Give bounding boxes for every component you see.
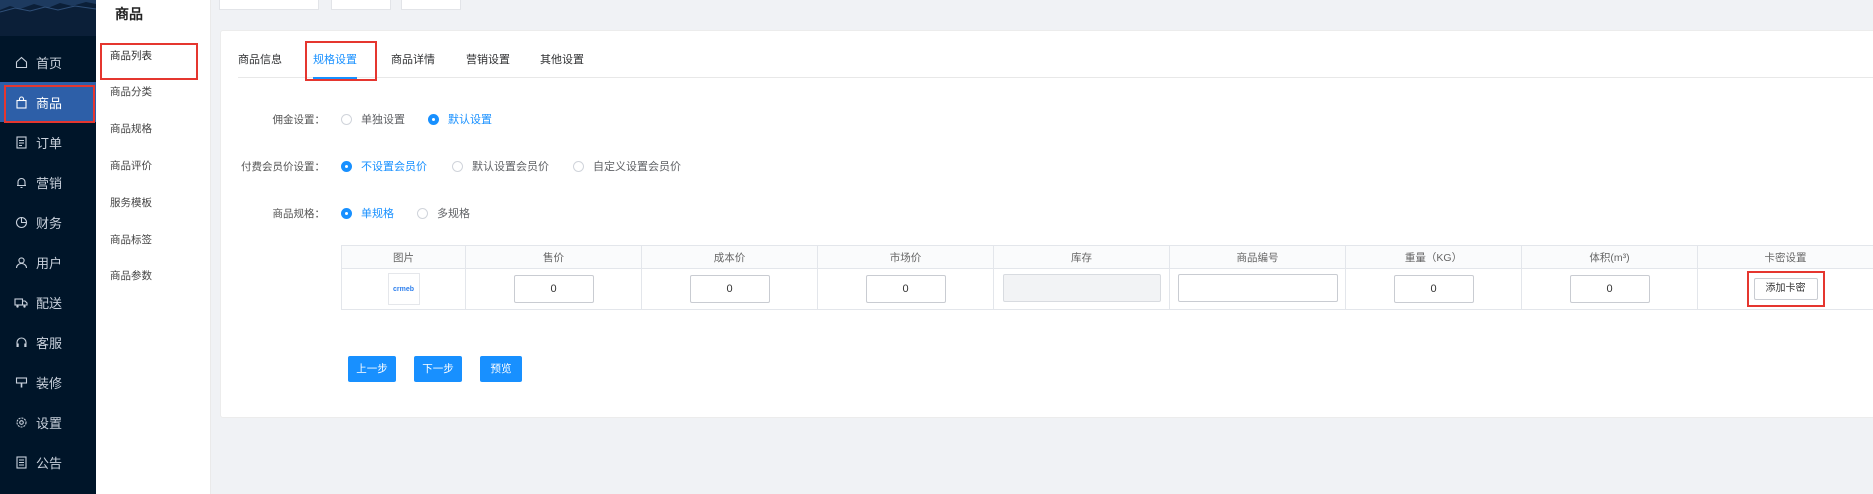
submenu-item-spec[interactable]: 商品规格	[96, 115, 211, 143]
page-tag[interactable]	[331, 0, 391, 10]
radio-commission-single[interactable]: 单独设置	[341, 111, 405, 127]
nav-label: 装修	[36, 375, 63, 391]
product-code-input[interactable]	[1177, 273, 1338, 302]
th-cost: 成本价	[641, 245, 818, 269]
nav-item-home[interactable]: 首页	[0, 42, 96, 82]
cell-price: 0	[465, 268, 642, 310]
th-market: 市场价	[817, 245, 994, 269]
tab-bar: 商品信息 规格设置 商品详情 营销设置 其他设置	[238, 44, 1873, 79]
preview-button[interactable]: 预览	[480, 356, 522, 382]
next-step-button[interactable]: 下一步	[414, 356, 462, 382]
cell-code	[1169, 268, 1346, 310]
th-stock: 库存	[993, 245, 1170, 269]
nav-label: 设置	[36, 415, 63, 431]
submenu-item-category[interactable]: 商品分类	[96, 78, 211, 106]
nav-label: 公告	[36, 455, 63, 471]
gear-icon	[14, 415, 28, 429]
cell-market: 0	[817, 268, 994, 310]
nav-label: 营销	[36, 175, 63, 191]
member-price-label: 付费会员价设置：	[241, 161, 325, 173]
volume-input[interactable]: 0	[1569, 275, 1650, 303]
tab-other[interactable]: 其他设置	[540, 44, 584, 78]
submenu-item-tag[interactable]: 商品标签	[96, 226, 211, 254]
nav-item-user[interactable]: 用户	[0, 242, 96, 282]
page-tag[interactable]	[219, 0, 319, 10]
cell-stock	[993, 268, 1170, 310]
nav-item-order[interactable]: 订单	[0, 122, 96, 162]
th-volume: 体积(m³)	[1521, 245, 1698, 269]
user-icon	[14, 255, 28, 269]
th-card: 卡密设置	[1697, 245, 1873, 269]
main-card: 商品信息 规格设置 商品详情 营销设置 其他设置 佣金设置： 单独设置 默认设置…	[220, 30, 1873, 418]
weight-input[interactable]: 0	[1393, 275, 1474, 303]
product-thumbnail[interactable]: crmeb	[387, 273, 420, 305]
document-icon	[14, 135, 28, 149]
th-code: 商品编号	[1169, 245, 1346, 269]
price-input[interactable]: 0	[513, 275, 594, 303]
nav-item-settings[interactable]: 设置	[0, 402, 96, 442]
bell-icon	[14, 175, 28, 189]
tags-bar	[211, 0, 1873, 18]
th-price: 售价	[465, 245, 642, 269]
spec-label: 商品规格：	[272, 208, 326, 220]
notice-icon	[14, 455, 28, 469]
th-weight: 重量（KG）	[1345, 245, 1522, 269]
nav-item-decorate[interactable]: 装修	[0, 362, 96, 402]
nav-label: 商品	[36, 95, 63, 111]
nav-label: 用户	[36, 255, 63, 271]
radio-member-default[interactable]: 默认设置会员价	[452, 158, 549, 174]
pie-icon	[14, 215, 28, 229]
submenu-title: 商品	[115, 6, 143, 22]
cell-volume: 0	[1521, 268, 1698, 310]
submenu: 商品 商品列表 商品分类 商品规格 商品评价 服务模板 商品标签 商品参数	[96, 0, 211, 494]
nav-item-notice[interactable]: 公告	[0, 442, 96, 482]
brush-icon	[14, 375, 28, 389]
submenu-item-review[interactable]: 商品评价	[96, 152, 211, 180]
nav-item-delivery[interactable]: 配送	[0, 282, 96, 322]
radio-member-custom[interactable]: 自定义设置会员价	[573, 158, 681, 174]
nav-label: 配送	[36, 295, 63, 311]
nav-item-service[interactable]: 客服	[0, 322, 96, 362]
submenu-item-product-list[interactable]: 商品列表	[96, 42, 211, 80]
bag-icon	[14, 95, 28, 109]
main-nav: 首页 商品 订单 营销 财务 用户 配送 客服 装修 设置 公告	[0, 0, 96, 494]
cell-cost: 0	[641, 268, 818, 310]
nav-label: 客服	[36, 335, 63, 351]
cell-card: 添加卡密	[1697, 268, 1873, 310]
truck-icon	[14, 295, 28, 309]
nav-label: 首页	[36, 55, 63, 71]
nav-item-finance[interactable]: 财务	[0, 202, 96, 242]
radio-spec-multi[interactable]: 多规格	[417, 205, 470, 221]
tab-marketing[interactable]: 营销设置	[466, 44, 510, 78]
headset-icon	[14, 335, 28, 349]
stock-input	[1002, 273, 1161, 302]
prev-step-button[interactable]: 上一步	[348, 356, 396, 382]
highlight-box	[305, 41, 377, 81]
market-price-input[interactable]: 0	[865, 275, 946, 303]
nav-item-marketing[interactable]: 营销	[0, 162, 96, 202]
cell-weight: 0	[1345, 268, 1522, 310]
submenu-item-params[interactable]: 商品参数	[96, 262, 211, 290]
add-card-key-button[interactable]: 添加卡密	[1753, 278, 1818, 300]
radio-commission-default[interactable]: 默认设置	[428, 111, 492, 127]
submenu-item-service-template[interactable]: 服务模板	[96, 189, 211, 217]
commission-label: 佣金设置：	[272, 114, 326, 126]
table-row: crmeb 0 0 0 0 0 添加卡密	[341, 268, 1873, 310]
cell-image: crmeb	[341, 268, 466, 310]
radio-member-none[interactable]: 不设置会员价	[341, 158, 427, 174]
logo	[0, 0, 96, 36]
table-header-row: 图片 售价 成本价 市场价 库存 商品编号 重量（KG） 体积(m³) 卡密设置	[341, 245, 1873, 269]
spec-table: 图片 售价 成本价 市场价 库存 商品编号 重量（KG） 体积(m³) 卡密设置…	[341, 245, 1873, 310]
tab-product-detail[interactable]: 商品详情	[391, 44, 435, 78]
page-tag[interactable]	[401, 0, 461, 10]
nav-label: 订单	[36, 135, 63, 151]
highlight-box: 添加卡密	[1746, 271, 1825, 307]
th-image: 图片	[341, 245, 466, 269]
radio-spec-single[interactable]: 单规格	[341, 205, 394, 221]
nav-item-product[interactable]: 商品	[0, 82, 96, 123]
tab-product-info[interactable]: 商品信息	[238, 44, 282, 78]
home-icon	[14, 55, 28, 69]
cost-input[interactable]: 0	[689, 275, 770, 303]
nav-label: 财务	[36, 215, 63, 231]
